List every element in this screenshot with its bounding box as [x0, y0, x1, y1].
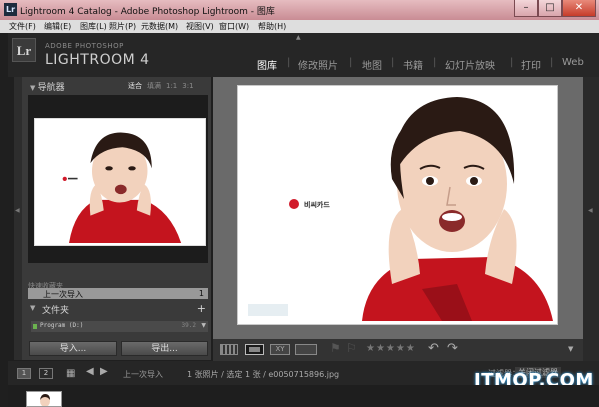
- survey-view-icon[interactable]: [295, 344, 317, 355]
- window-title: Lightroom 4 Catalog - Adobe Photoshop Li…: [20, 7, 275, 17]
- menu-bar: 文件(F) 编辑(E) 图库(L) 照片(P) 元数据(M) 视图(V) 窗口(…: [0, 20, 599, 33]
- folders-title: 文件夹: [42, 306, 70, 316]
- collapse-top-icon[interactable]: ▲: [296, 34, 301, 41]
- lightroom-logo: Lr: [12, 38, 36, 62]
- compare-view-icon[interactable]: XY: [270, 344, 290, 355]
- module-separator: |: [349, 57, 353, 68]
- grid-view-icon[interactable]: [220, 344, 238, 355]
- module-develop[interactable]: 修改照片: [298, 57, 338, 72]
- zoom-3-1[interactable]: 3:1: [182, 82, 193, 90]
- filmstrip-count[interactable]: 1 张照片 / 选定 1 张 / e0050715896.jpg: [187, 369, 339, 380]
- grid-icon[interactable]: ▦: [66, 368, 79, 379]
- last-import-label: 上一次导入: [43, 290, 83, 299]
- menu-file[interactable]: 文件(F): [9, 21, 36, 32]
- close-button[interactable]: ✕: [562, 0, 596, 17]
- zoom-fill[interactable]: 填满: [147, 82, 161, 90]
- expand-right-icon[interactable]: ◀: [588, 207, 593, 214]
- navigator-thumbnail-image: [37, 121, 203, 243]
- star-rating[interactable]: ★★★★★: [366, 343, 416, 354]
- navigator-zoom-options: 适合 填满 1:1 3:1: [128, 81, 199, 91]
- menu-view[interactable]: 视图(V): [186, 21, 214, 32]
- collapse-left-icon[interactable]: ◀: [15, 207, 20, 214]
- primary-display-button[interactable]: 1: [17, 368, 31, 379]
- left-panel-edge[interactable]: ◀: [14, 77, 22, 360]
- menu-window[interactable]: 窗口(W): [219, 21, 249, 32]
- flag-reject-icon[interactable]: ⚐: [346, 341, 357, 355]
- volume-name: Program (D:): [40, 322, 84, 329]
- collection-item-last-import[interactable]: 上一次导入 1: [28, 288, 208, 299]
- module-print[interactable]: 打印: [521, 57, 541, 72]
- forward-arrow-icon[interactable]: ▶: [100, 366, 108, 377]
- filmstrip: [8, 385, 599, 407]
- module-separator: |: [433, 57, 437, 68]
- menu-edit[interactable]: 编辑(E): [44, 21, 71, 32]
- maximize-button[interactable]: □: [538, 0, 562, 17]
- thumbnail-image: [27, 392, 61, 406]
- main-photo: 비씨카드: [242, 89, 553, 321]
- last-import-count: 1: [198, 289, 204, 298]
- collection-item-quick[interactable]: 快速收藏夹: [28, 281, 208, 290]
- module-map[interactable]: 地图: [362, 57, 382, 72]
- product-name: LIGHTROOM 4: [45, 52, 150, 68]
- module-separator: |: [287, 57, 291, 68]
- menu-help[interactable]: 帮助(H): [258, 21, 286, 32]
- secondary-display-button[interactable]: 2: [39, 368, 53, 379]
- volume-status-icon: [33, 324, 37, 329]
- module-separator: |: [550, 57, 554, 68]
- volume-expand-icon[interactable]: ▼: [201, 322, 206, 329]
- volume-size: 39.2: [181, 322, 196, 329]
- menu-metadata[interactable]: 元数据(M): [141, 21, 178, 32]
- module-separator: |: [510, 57, 514, 68]
- module-book[interactable]: 书籍: [403, 57, 423, 72]
- folders-header[interactable]: ▼ 文件夹 +: [28, 302, 208, 316]
- module-separator: |: [391, 57, 395, 68]
- module-slideshow[interactable]: 幻灯片放映: [445, 57, 495, 72]
- zoom-1-1[interactable]: 1:1: [166, 82, 177, 90]
- import-button[interactable]: 导入...: [29, 341, 117, 356]
- module-library[interactable]: 图库: [257, 57, 277, 72]
- brand-label: ADOBE PHOTOSHOP: [45, 42, 124, 50]
- navigator-title: 导航器: [37, 83, 65, 93]
- add-folder-icon[interactable]: +: [197, 302, 206, 315]
- title-bar: Lr Lightroom 4 Catalog - Adobe Photoshop…: [0, 0, 599, 20]
- export-button[interactable]: 导出...: [121, 341, 208, 356]
- filmstrip-thumbnail[interactable]: [26, 391, 62, 407]
- app-icon: Lr: [4, 3, 17, 16]
- module-web[interactable]: Web: [562, 57, 584, 68]
- toolbar-menu-icon[interactable]: ▼: [568, 345, 573, 353]
- menu-library[interactable]: 图库(L): [80, 21, 107, 32]
- photo-brand-logo: 비씨카드: [304, 200, 330, 209]
- disclosure-triangle-icon: ▼: [30, 304, 36, 312]
- minimize-button[interactable]: –: [514, 0, 538, 17]
- back-arrow-icon[interactable]: ◀: [86, 366, 94, 377]
- rotate-right-icon[interactable]: ↷: [447, 341, 458, 356]
- right-panel-edge[interactable]: ◀: [583, 77, 599, 361]
- rotate-left-icon[interactable]: ↶: [428, 341, 439, 356]
- flag-pick-icon[interactable]: ⚑: [330, 341, 341, 355]
- filmstrip-source[interactable]: 上一次导入: [123, 369, 163, 380]
- navigator-header[interactable]: ▼ 导航器: [30, 80, 65, 93]
- disclosure-triangle-icon: ▼: [30, 84, 38, 92]
- loupe-view-icon[interactable]: [245, 344, 264, 355]
- menu-photo[interactable]: 照片(P): [109, 21, 136, 32]
- zoom-fit[interactable]: 适合: [128, 82, 142, 90]
- volume-row[interactable]: Program (D:) 39.2 ▼: [31, 321, 208, 332]
